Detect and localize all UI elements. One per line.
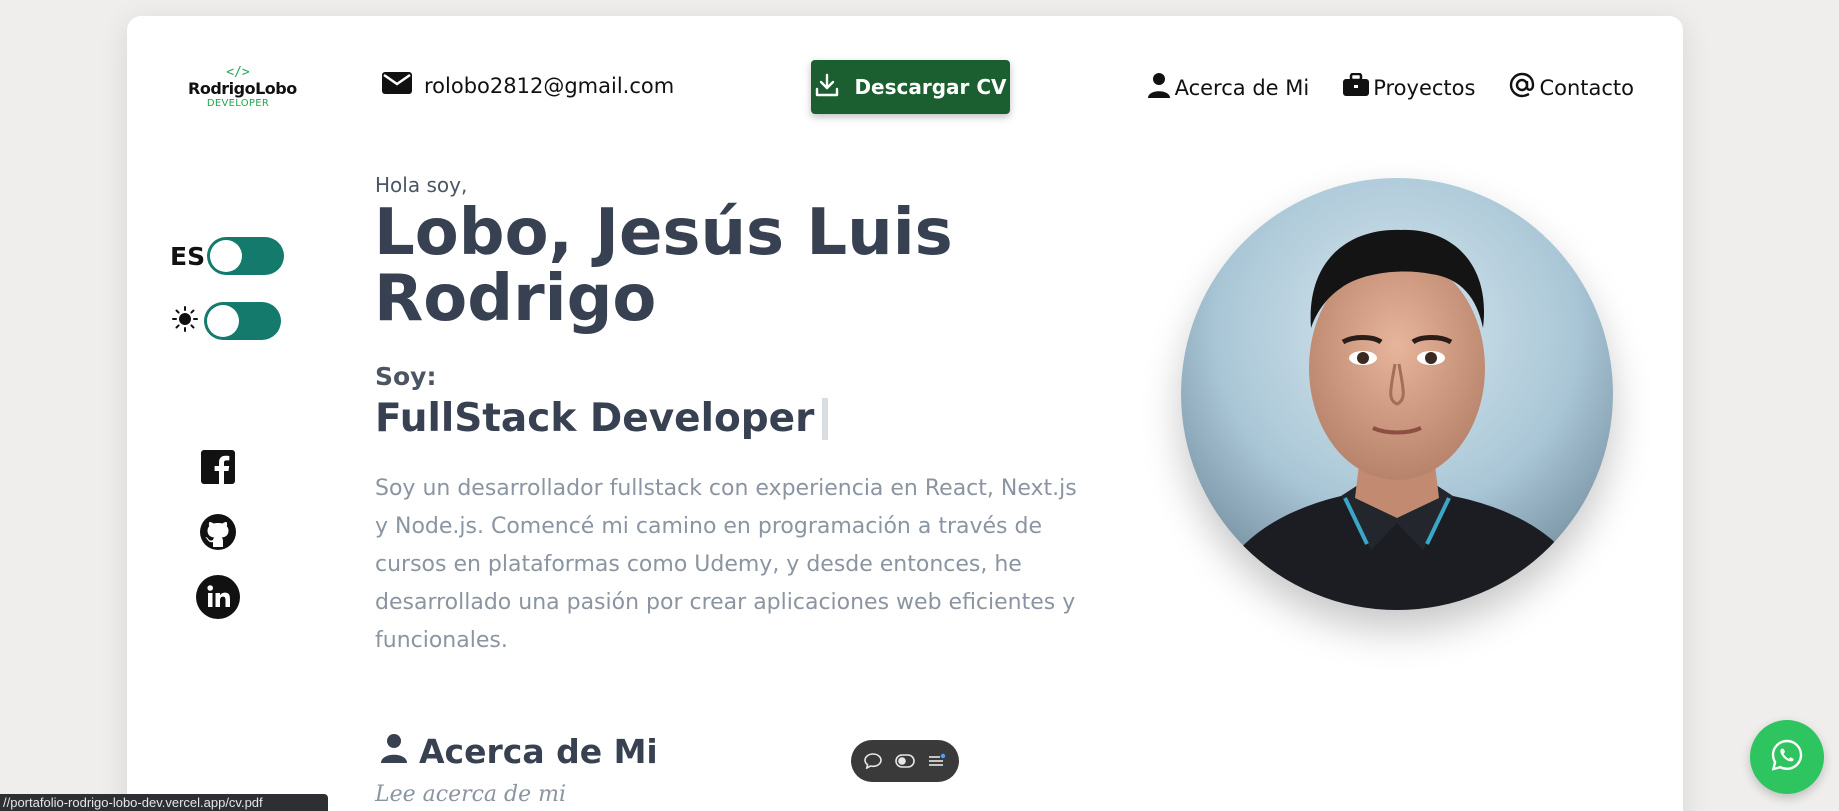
sun-icon [172,306,198,336]
theme-switch [172,302,281,340]
nav-item-about[interactable]: Acerca de Mi [1147,72,1310,103]
download-cv-button[interactable]: Descargar CV [811,60,1010,114]
hero-name-line2: Rodrigo [374,262,657,336]
logo-name: RodrigoLobo [188,79,297,98]
logo-code-mark: </> [226,65,250,80]
soy-label: Soy: [375,362,437,391]
about-title-text: Acerca de Mi [419,732,658,771]
hero-name-line1: Lobo, Jesús Luis [374,196,953,270]
role-text: FullStack Developer [375,396,815,441]
github-link[interactable] [196,512,240,556]
language-label: ES [170,241,206,271]
typing-caret [822,397,829,440]
toggle-knob [207,305,239,337]
whatsapp-button[interactable] [1750,720,1824,794]
envelope-icon [382,72,412,99]
nav-projects-label: Proyectos [1373,75,1476,100]
download-cv-label: Descargar CV [854,75,1007,99]
email-text: rolobo2812@gmail.com [424,73,675,98]
floating-toolbar [851,740,959,782]
hero-role: FullStack Developer [375,396,829,441]
briefcase-icon [1343,72,1370,102]
logo-subtitle: DEVELOPER [206,98,270,109]
nav-about-label: Acerca de Mi [1174,75,1310,100]
contact-email[interactable]: rolobo2812@gmail.com [382,72,674,99]
github-icon [200,514,236,554]
menu-list-icon[interactable] [928,753,946,769]
linkedin-link[interactable] [196,575,240,623]
facebook-link[interactable] [196,447,240,491]
at-icon [1509,72,1535,103]
language-switch: ES [170,237,285,275]
profile-photo [1181,178,1613,610]
linkedin-icon [196,575,240,623]
facebook-icon [201,450,235,488]
about-section-title: Acerca de Mi [381,732,658,771]
greeting-text: Hola soy, [375,173,468,197]
user-icon [1147,72,1171,103]
language-toggle[interactable] [207,237,285,275]
nav-contact-label: Contacto [1539,75,1634,100]
status-bar-url: //portafolio-rodrigo-lobo-dev.vercel.app… [0,794,328,811]
comment-icon[interactable] [864,753,882,769]
site-logo[interactable]: </> RodrigoLobo DEVELOPER [188,65,297,110]
hero-bio: Soy un desarrollador fullstack con exper… [375,476,1077,653]
hero-name: Lobo, Jesús Luis Rodrigo [374,200,1074,332]
user-icon [381,732,407,771]
main-nav: Acerca de Mi Proyectos Contacto [1147,72,1634,103]
nav-item-projects[interactable]: Proyectos [1343,72,1475,103]
toggle-view-icon[interactable] [895,754,915,768]
theme-toggle[interactable] [204,302,281,340]
nav-item-contact[interactable]: Contacto [1509,72,1634,103]
whatsapp-icon [1770,738,1804,776]
download-icon [814,72,840,103]
toggle-knob [210,240,243,272]
about-section-subtitle: Lee acerca de mi [375,782,567,807]
